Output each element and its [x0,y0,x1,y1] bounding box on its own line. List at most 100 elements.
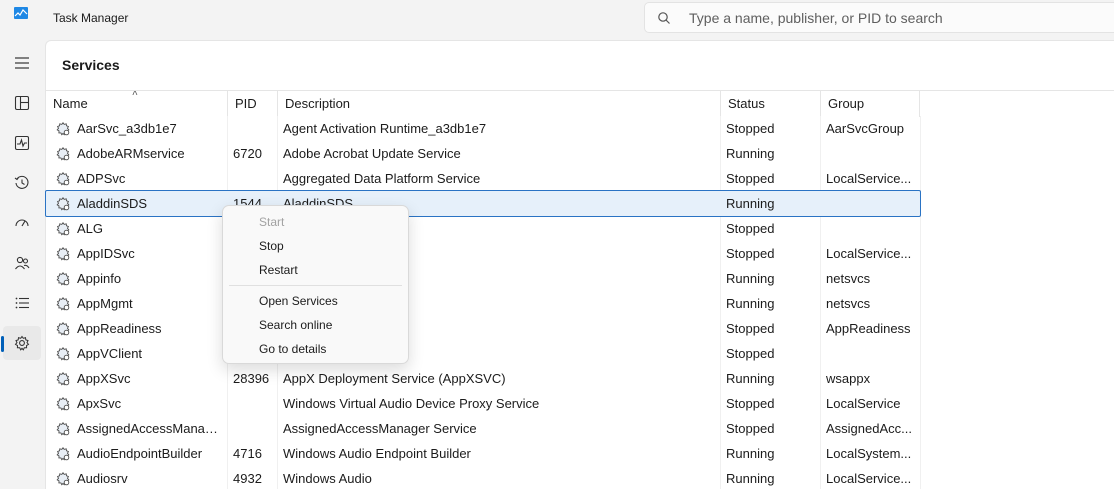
service-status: Stopped [726,121,775,136]
task-manager-logo-icon [14,7,28,19]
nav-item-details[interactable] [3,286,41,320]
service-status: Running [726,196,775,211]
nav-item-users[interactable] [3,246,41,280]
column-header-description[interactable]: Description [277,91,720,117]
startup-apps-icon [15,219,29,227]
service-group: AarSvcGroup [826,121,905,136]
table-row[interactable]: AssignedAccessManag... AssignedAccessMana… [46,416,920,441]
service-name: ApxSvc [77,396,122,411]
service-name: ALG [77,221,104,236]
page-title: Services [62,57,120,73]
nav-item-services[interactable] [1,326,41,360]
service-group [826,191,916,216]
service-name: ADPSvc [77,171,126,186]
service-group [826,216,916,241]
context-menu-stop[interactable]: Stop [259,236,284,256]
app-history-icon [14,175,29,189]
service-group: LocalService... [826,171,912,186]
service-description: AssignedAccessManager Service [283,421,477,436]
service-gear-icon [55,420,71,436]
service-name: AssignedAccessManag... [77,421,222,436]
service-group: netsvcs [826,271,871,286]
table-row[interactable]: AppXSvc 28396 AppX Deployment Service (App… [46,366,920,391]
table-row[interactable]: AppVClientntStopped [46,341,920,366]
hamburger-icon [15,57,29,69]
service-name: AppMgmt [77,296,133,311]
app-title: Task Manager [53,11,129,25]
service-name: Audiosrv [77,471,128,486]
nav-item-startup-apps[interactable] [3,206,41,240]
service-pid [233,391,278,416]
table-row[interactable]: AppReadiness Stopped AppReadiness [46,316,920,341]
context-menu-restart[interactable]: Restart [259,260,298,280]
services-table-body: AarSvc_a3db1e7 Agent Activation Runtime_a… [45,116,921,489]
service-name: AladdinSDS [77,196,148,211]
context-menu-start[interactable]: Start [259,212,284,232]
service-status: Running [726,446,775,461]
table-row[interactable]: AppIDSvc Stopped LocalService... [46,241,920,266]
services-icon [14,335,30,351]
search-input[interactable] [689,8,1109,28]
service-gear-icon [55,345,71,361]
processes-icon [14,95,30,111]
search-box[interactable] [644,2,1114,33]
service-description: AppX Deployment Service (AppXSVC) [283,371,506,386]
table-row[interactable]: ALGeway ServiceStopped [46,216,920,241]
service-description: Agent Activation Runtime_a3db1e7 [283,121,487,136]
service-status: Running [726,146,775,161]
service-group: LocalService... [826,246,912,261]
service-gear-icon [55,220,71,236]
service-group: LocalService... [826,471,912,486]
column-header-status[interactable]: Status [720,91,820,117]
service-description: Adobe Acrobat Update Service [283,146,461,161]
service-pid [233,416,278,441]
table-row[interactable]: AladdinSDS 1544 AladdinSDS Running [45,190,921,217]
service-name: AppReadiness [77,321,162,336]
service-group: AssignedAcc... [826,421,912,436]
nav-item-processes[interactable] [3,86,41,120]
context-menu-open-services[interactable]: Open Services [259,291,338,311]
table-row[interactable]: AudioEndpointBuilder 4716 Windows Audio En… [46,441,920,466]
service-status: Stopped [726,246,775,261]
table-row[interactable]: AarSvc_a3db1e7 Agent Activation Runtime_a… [46,116,920,141]
service-group: AppReadiness [826,321,911,336]
service-gear-icon [55,370,71,386]
details-icon [15,297,29,309]
service-gear-icon [55,245,71,261]
column-header-group[interactable]: Group [820,91,920,117]
nav-menu-button[interactable] [3,46,41,80]
service-gear-icon [55,170,71,186]
service-status: Running [726,296,775,311]
title-bar: Task Manager [0,0,1114,38]
service-name: AppIDSvc [77,246,135,261]
service-description: Windows Audio [283,471,372,486]
column-header-pid[interactable]: PID [227,91,277,117]
service-gear-icon [55,120,71,136]
service-group: LocalService [826,396,901,411]
context-menu-separator [229,285,402,286]
service-status: Stopped [726,396,775,411]
service-group [826,141,916,166]
service-status: Stopped [726,346,775,361]
table-row[interactable]: AppinfoonRunningnetsvcs [46,266,920,291]
table-row[interactable]: Audiosrv 4932 Windows Audio Running LocalSer… [46,466,920,489]
context-menu-search-online[interactable]: Search online [259,315,332,335]
table-header: Name PID Description Status Group [46,90,1114,117]
service-gear-icon [55,445,71,461]
column-header-name[interactable]: Name [46,91,227,117]
service-name: Appinfo [77,271,122,286]
nav-item-performance[interactable] [3,126,41,160]
service-name: AarSvc_a3db1e7 [77,121,177,136]
service-gear-icon [55,295,71,311]
performance-icon [14,135,30,151]
table-row[interactable]: ApxSvc Windows Virtual Audio Device Proxy… [46,391,920,416]
context-menu-go-to-details[interactable]: Go to details [259,339,326,359]
service-gear-icon [55,270,71,286]
nav-item-app-history[interactable] [3,166,41,200]
service-pid: 28396 [233,371,270,386]
table-row[interactable]: AppMgmtmentRunningnetsvcs [46,291,920,316]
table-row[interactable]: ADPSvc Aggregated Data Platform Service St… [46,166,920,191]
service-gear-icon [55,145,71,161]
service-description: Windows Virtual Audio Device Proxy Servi… [283,396,540,411]
table-row[interactable]: AdobeARMservice 6720 Adobe Acrobat Update … [46,141,920,166]
